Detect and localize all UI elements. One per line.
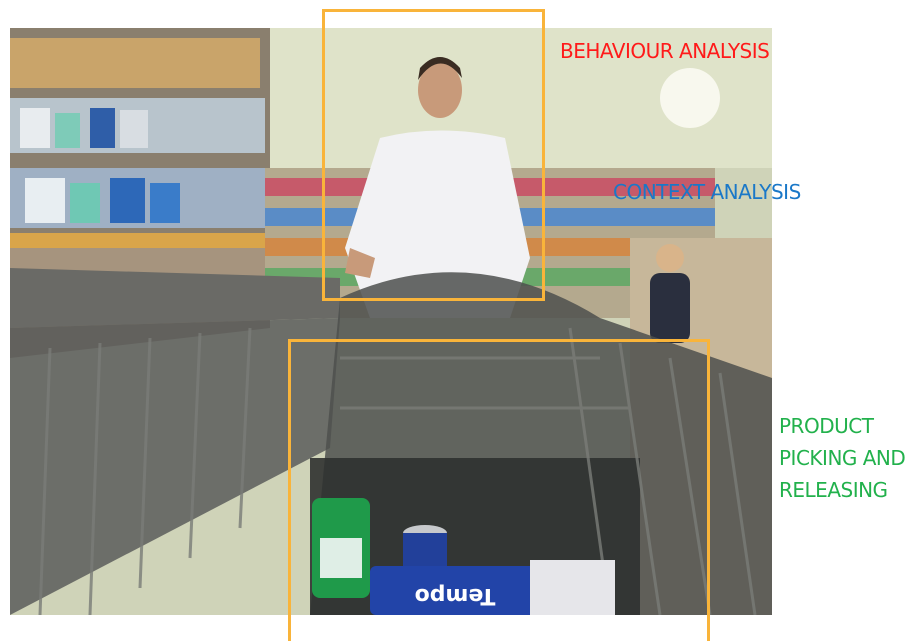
product-tempo-pack: Tempo <box>370 560 615 615</box>
supermarket-photo: Tempo <box>10 28 772 615</box>
supermarket-scene: Tempo <box>10 28 772 615</box>
product-green-box <box>312 498 370 598</box>
product-blue-tin <box>403 525 447 571</box>
product-picking-label: PRODUCT PICKING AND RELEASING <box>779 414 906 502</box>
context-analysis-label: CONTEXT ANALYSIS <box>613 180 801 204</box>
tempo-brand-text: Tempo <box>415 583 496 608</box>
behaviour-analysis-label: BEHAVIOUR ANALYSIS <box>560 39 770 63</box>
ceiling-light <box>660 68 720 128</box>
